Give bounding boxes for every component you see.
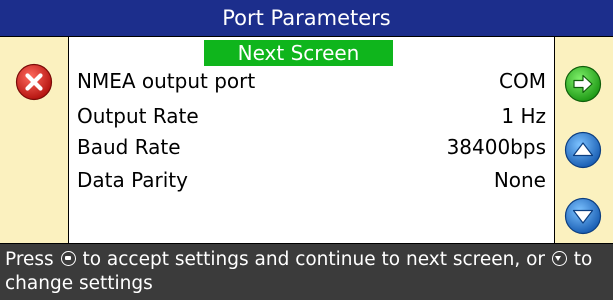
arrow-down-icon: [564, 197, 602, 235]
setting-value: 38400bps: [446, 135, 546, 159]
page-title: Port Parameters: [0, 0, 613, 36]
setting-label: Baud Rate: [77, 135, 181, 159]
close-icon: [15, 63, 53, 101]
cancel-button[interactable]: [15, 63, 53, 101]
setting-row-output-rate[interactable]: Output Rate 1 Hz: [77, 101, 546, 131]
setting-label: Data Parity: [77, 168, 188, 192]
setting-label: NMEA output port: [77, 69, 256, 93]
setting-value: 1 Hz: [501, 104, 546, 128]
setting-value: None: [493, 168, 546, 192]
help-text: Press to accept settings and continue to…: [0, 243, 613, 300]
setting-row-baud-rate[interactable]: Baud Rate 38400bps: [77, 132, 546, 162]
help-text-part: to accept settings and continue to next …: [76, 249, 551, 270]
setting-value: COM: [499, 69, 546, 93]
ok-key-icon: [60, 251, 76, 266]
setting-label: Output Rate: [77, 104, 199, 128]
down-key-icon: [551, 251, 567, 266]
arrow-right-icon: [564, 65, 602, 103]
setting-row-data-parity[interactable]: Data Parity None: [77, 165, 546, 195]
scroll-up-button[interactable]: [564, 131, 602, 169]
next-screen-button[interactable]: Next Screen: [204, 40, 393, 66]
port-parameters-screen: Port Parameters Next Screen NMEA output …: [0, 0, 613, 300]
setting-row-nmea-output-port[interactable]: NMEA output port COM: [77, 66, 546, 96]
scroll-down-button[interactable]: [564, 197, 602, 235]
arrow-up-icon: [564, 131, 602, 169]
next-arrow-button[interactable]: [564, 65, 602, 103]
help-text-part: Press: [5, 249, 60, 270]
